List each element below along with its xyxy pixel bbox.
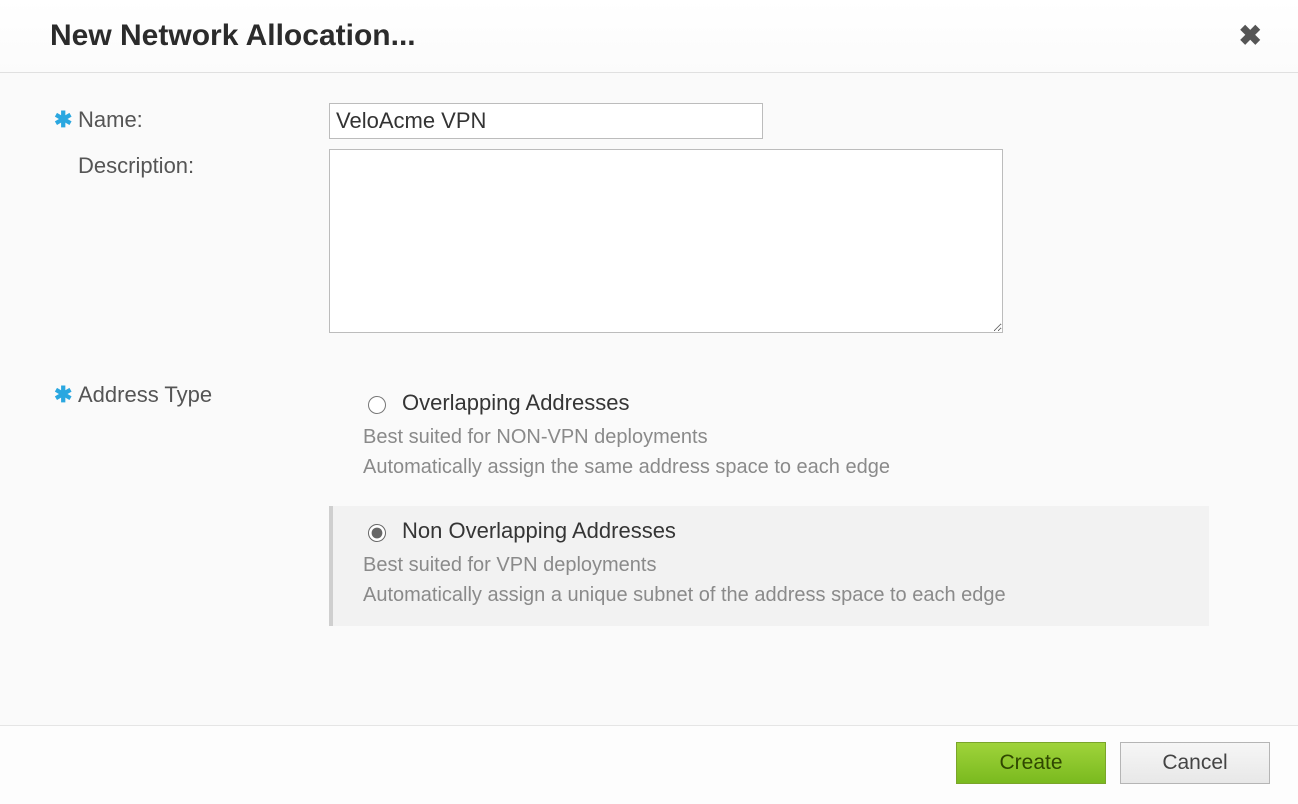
radio-non-overlapping[interactable] — [368, 524, 386, 542]
new-network-allocation-dialog: New Network Allocation... ✖ ✱ Name: ✱ De… — [0, 0, 1298, 804]
option-non-overlapping-header: Non Overlapping Addresses — [363, 518, 1193, 544]
create-button[interactable]: Create — [956, 742, 1106, 784]
description-input-col — [329, 149, 1003, 338]
option-non-overlapping-desc: Best suited for VPN deployments Automati… — [363, 550, 1193, 610]
name-label-col: ✱ Name: — [54, 103, 329, 133]
radio-overlapping[interactable] — [368, 396, 386, 414]
option-non-overlapping-title: Non Overlapping Addresses — [402, 518, 676, 544]
description-label-col: ✱ Description: — [54, 149, 329, 179]
option-overlapping-header: Overlapping Addresses — [363, 390, 1193, 416]
dialog-footer: Create Cancel — [0, 725, 1298, 804]
address-type-options: Overlapping Addresses Best suited for NO… — [329, 378, 1209, 634]
dialog-title: New Network Allocation... — [50, 19, 416, 53]
option-overlapping-title: Overlapping Addresses — [402, 390, 629, 416]
name-input[interactable] — [329, 103, 763, 139]
description-row: ✱ Description: — [54, 149, 1244, 338]
option-non-overlapping[interactable]: Non Overlapping Addresses Best suited fo… — [329, 506, 1209, 626]
address-type-label: Address Type — [78, 382, 212, 408]
option-non-overlapping-desc-line1: Best suited for VPN deployments — [363, 550, 1193, 580]
address-type-row: ✱ Address Type Overlapping Addresses Bes… — [54, 378, 1244, 634]
close-icon[interactable]: ✖ — [1233, 18, 1268, 54]
option-overlapping-desc-line2: Automatically assign the same address sp… — [363, 452, 1193, 482]
name-input-col — [329, 103, 763, 139]
name-label: Name: — [78, 107, 143, 133]
dialog-body: ✱ Name: ✱ Description: ✱ Address Type — [0, 73, 1298, 725]
description-input[interactable] — [329, 149, 1003, 333]
dialog-header: New Network Allocation... ✖ — [0, 0, 1298, 73]
required-icon: ✱ — [54, 382, 78, 406]
option-overlapping-desc: Best suited for NON-VPN deployments Auto… — [363, 422, 1193, 482]
option-non-overlapping-desc-line2: Automatically assign a unique subnet of … — [363, 580, 1193, 610]
cancel-button[interactable]: Cancel — [1120, 742, 1270, 784]
description-label: Description: — [78, 153, 194, 179]
address-type-label-col: ✱ Address Type — [54, 378, 329, 408]
required-icon: ✱ — [54, 107, 78, 131]
name-row: ✱ Name: — [54, 103, 1244, 139]
option-overlapping-desc-line1: Best suited for NON-VPN deployments — [363, 422, 1193, 452]
option-overlapping[interactable]: Overlapping Addresses Best suited for NO… — [329, 378, 1209, 498]
